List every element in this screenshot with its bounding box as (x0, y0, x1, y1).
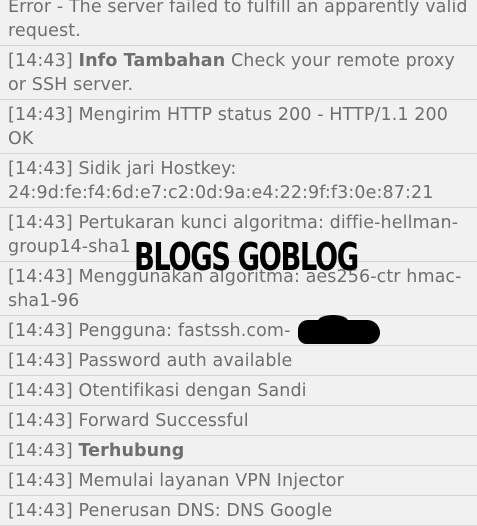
log-timestamp: [14:43] (8, 501, 73, 521)
log-timestamp: [14:43] (8, 213, 73, 233)
log-bold-label: Info Tambahan (78, 51, 226, 71)
log-entry: [14:43] Password auth available (0, 346, 477, 376)
log-entry: [14:43] Sidik jari Hostkey: 24:9d:fe:f4:… (0, 154, 477, 208)
redaction-scribble (298, 315, 380, 344)
log-entry: [14:43] Forward Successful (0, 406, 477, 436)
log-message: Penerusan DNS: DNS Google (78, 501, 333, 521)
log-entry: [14:43] Memulai layanan VPN Injector (0, 466, 477, 496)
log-timestamp: [14:43] (8, 381, 73, 401)
log-entry: Error - The server failed to fulfill an … (0, 0, 477, 46)
log-message: Error - The server failed to fulfill an … (8, 0, 468, 41)
log-timestamp: [14:43] (8, 105, 73, 125)
log-timestamp: [14:43] (8, 441, 73, 461)
log-timestamp: [14:43] (8, 411, 73, 431)
log-timestamp: [14:43] (8, 159, 73, 179)
log-message: Mengirim HTTP status 200 - HTTP/1.1 200 … (8, 105, 448, 149)
log-message: Forward Successful (78, 411, 249, 431)
log-message: Memulai layanan VPN Injector (78, 471, 344, 491)
log-message: Pengguna: fastssh.com- (78, 321, 291, 341)
log-timestamp: [14:43] (8, 321, 73, 341)
log-timestamp: [14:43] (8, 351, 73, 371)
log-entry: [14:43] Otentifikasi dengan Sandi (0, 376, 477, 406)
log-timestamp: [14:43] (8, 471, 73, 491)
log-timestamp: [14:43] (8, 51, 73, 71)
log-bold-label: Terhubung (78, 441, 185, 461)
log-entry: [14:43] Terhubung (0, 436, 477, 466)
log-entry: [14:43] Info Tambahan Check your remote … (0, 46, 477, 100)
log-entry: [14:43] Mengirim HTTP status 200 - HTTP/… (0, 100, 477, 154)
log-entry: [14:43] Pengguna: fastssh.com- (0, 316, 477, 346)
log-message: Password auth available (78, 351, 293, 371)
watermark-overlay: BLOGS GOBLOG (134, 235, 359, 279)
log-timestamp: [14:43] (8, 267, 73, 287)
log-message: Check your remote proxy or SSH server. (8, 51, 455, 95)
log-message: Otentifikasi dengan Sandi (78, 381, 307, 401)
